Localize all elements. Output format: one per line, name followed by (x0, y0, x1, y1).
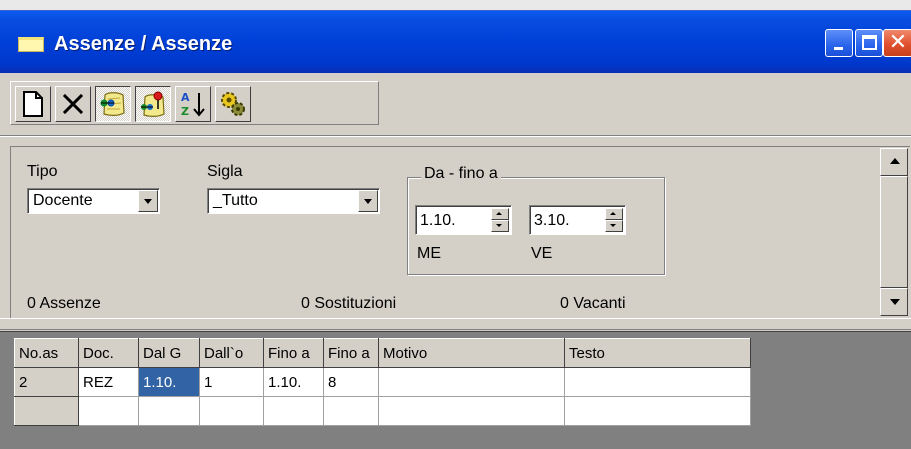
toolbar-button-group: A Z (10, 81, 379, 125)
column-header[interactable]: Dal G (138, 338, 200, 368)
grid-cell[interactable]: REZ (78, 367, 139, 397)
sigla-select[interactable]: _Tutto (207, 188, 380, 214)
chevron-down-icon (364, 199, 372, 204)
close-button[interactable]: ✕ (883, 29, 911, 57)
grid-cell[interactable] (564, 396, 751, 426)
map-pin-icon (141, 91, 165, 117)
toolbar: A Z (0, 73, 911, 137)
to-date-value: 3.10. (534, 212, 570, 229)
grid-cell[interactable] (14, 396, 79, 426)
grid-cell[interactable]: 1 (199, 367, 264, 397)
new-document-icon (23, 91, 43, 117)
from-date-up-button[interactable] (491, 208, 509, 220)
delete-icon (62, 93, 84, 115)
from-date-down-button[interactable] (491, 220, 509, 232)
sort-button[interactable]: A Z (175, 86, 211, 122)
grid-cell[interactable] (263, 396, 324, 426)
maximize-button[interactable] (855, 29, 883, 57)
table-row[interactable] (14, 396, 751, 426)
map-substitution-button[interactable] (95, 86, 131, 122)
grid-header-row: No.as Doc. Dal G Dall`o Fino a Fino a Mo… (14, 338, 751, 368)
map-pin-button[interactable] (135, 86, 171, 122)
to-date-up-button[interactable] (605, 208, 623, 220)
arrow-down-icon (610, 224, 616, 227)
column-header[interactable]: Fino a (263, 338, 324, 368)
maximize-icon (862, 35, 877, 50)
to-date-field[interactable]: 3.10. (529, 205, 626, 235)
vacanti-count: 0 Vacanti (560, 295, 626, 312)
map-substitution-icon (100, 92, 125, 116)
assenze-window: Assenze / Assenze ✕ A Z Tipo Docente Sig… (0, 10, 911, 449)
scroll-up-button[interactable] (880, 148, 908, 176)
column-header[interactable]: Fino a (323, 338, 379, 368)
sigla-label: Sigla (207, 163, 243, 180)
sigla-dropdown-button[interactable] (358, 190, 378, 212)
filter-panel-scrollbar[interactable] (880, 148, 908, 316)
delete-button[interactable] (55, 86, 91, 122)
grid-cell[interactable] (78, 396, 139, 426)
from-date-field[interactable]: 1.10. (415, 205, 512, 235)
from-day-label: ME (417, 245, 441, 262)
grid-cell-selected[interactable]: 1.10. (138, 367, 200, 397)
tipo-select-value: Docente (33, 192, 93, 209)
column-header[interactable]: No.as (14, 338, 79, 368)
grid-cell[interactable] (378, 367, 565, 397)
minimize-icon (834, 47, 843, 50)
column-header[interactable]: Motivo (378, 338, 565, 368)
tipo-select[interactable]: Docente (27, 188, 160, 214)
table-row[interactable]: 2 REZ 1.10. 1 1.10. 8 (14, 367, 751, 397)
settings-gears-icon (221, 92, 245, 116)
absence-grid: No.as Doc. Dal G Dall`o Fino a Fino a Mo… (14, 338, 751, 426)
arrow-up-icon (610, 212, 616, 215)
desktop-strip (0, 0, 911, 10)
arrow-down-icon (496, 224, 502, 227)
grid-cell[interactable]: 1.10. (263, 367, 324, 397)
tipo-dropdown-button[interactable] (138, 190, 158, 212)
from-date-spinner (491, 208, 509, 232)
sort-az-icon: A Z (181, 91, 205, 118)
grid-cell[interactable]: 2 (14, 367, 79, 397)
close-icon: ✕ (888, 30, 908, 55)
svg-text:A: A (181, 91, 190, 104)
to-date-down-button[interactable] (605, 220, 623, 232)
window-app-icon (18, 37, 44, 52)
column-header[interactable]: Testo (564, 338, 751, 368)
grid-cell[interactable] (378, 396, 565, 426)
window-title: Assenze / Assenze (54, 33, 233, 55)
grid-cell[interactable] (323, 396, 379, 426)
svg-text:Z: Z (181, 105, 189, 118)
tipo-label: Tipo (27, 163, 58, 180)
title-bar[interactable]: Assenze / Assenze ✕ (0, 11, 911, 73)
sostituzioni-count: 0 Sostituzioni (301, 295, 397, 312)
minimize-button[interactable] (825, 29, 853, 57)
grid-cell[interactable]: 8 (323, 367, 379, 397)
grid-cell[interactable] (138, 396, 200, 426)
settings-button[interactable] (215, 86, 251, 122)
scroll-thumb[interactable] (880, 176, 908, 288)
assenze-count: 0 Assenze (27, 295, 101, 312)
date-range-title: Da - fino a (421, 165, 501, 183)
arrow-up-icon (890, 158, 900, 164)
chevron-down-icon (144, 199, 152, 204)
to-date-spinner (605, 208, 623, 232)
absence-grid-area: No.as Doc. Dal G Dall`o Fino a Fino a Mo… (0, 332, 911, 449)
from-date-value: 1.10. (420, 212, 456, 229)
to-day-label: VE (531, 245, 553, 262)
filter-panel: Tipo Docente Sigla _Tutto Da - fino a 1.… (10, 146, 910, 318)
scroll-down-button[interactable] (880, 288, 908, 316)
arrow-up-icon (496, 212, 502, 215)
sigla-select-value: _Tutto (213, 192, 258, 209)
column-header[interactable]: Doc. (78, 338, 139, 368)
arrow-down-icon (890, 299, 900, 305)
grid-cell[interactable] (564, 367, 751, 397)
column-header[interactable]: Dall`o (199, 338, 264, 368)
toolbar-separator (0, 135, 911, 137)
grid-cell[interactable] (199, 396, 264, 426)
new-button[interactable] (15, 86, 51, 122)
